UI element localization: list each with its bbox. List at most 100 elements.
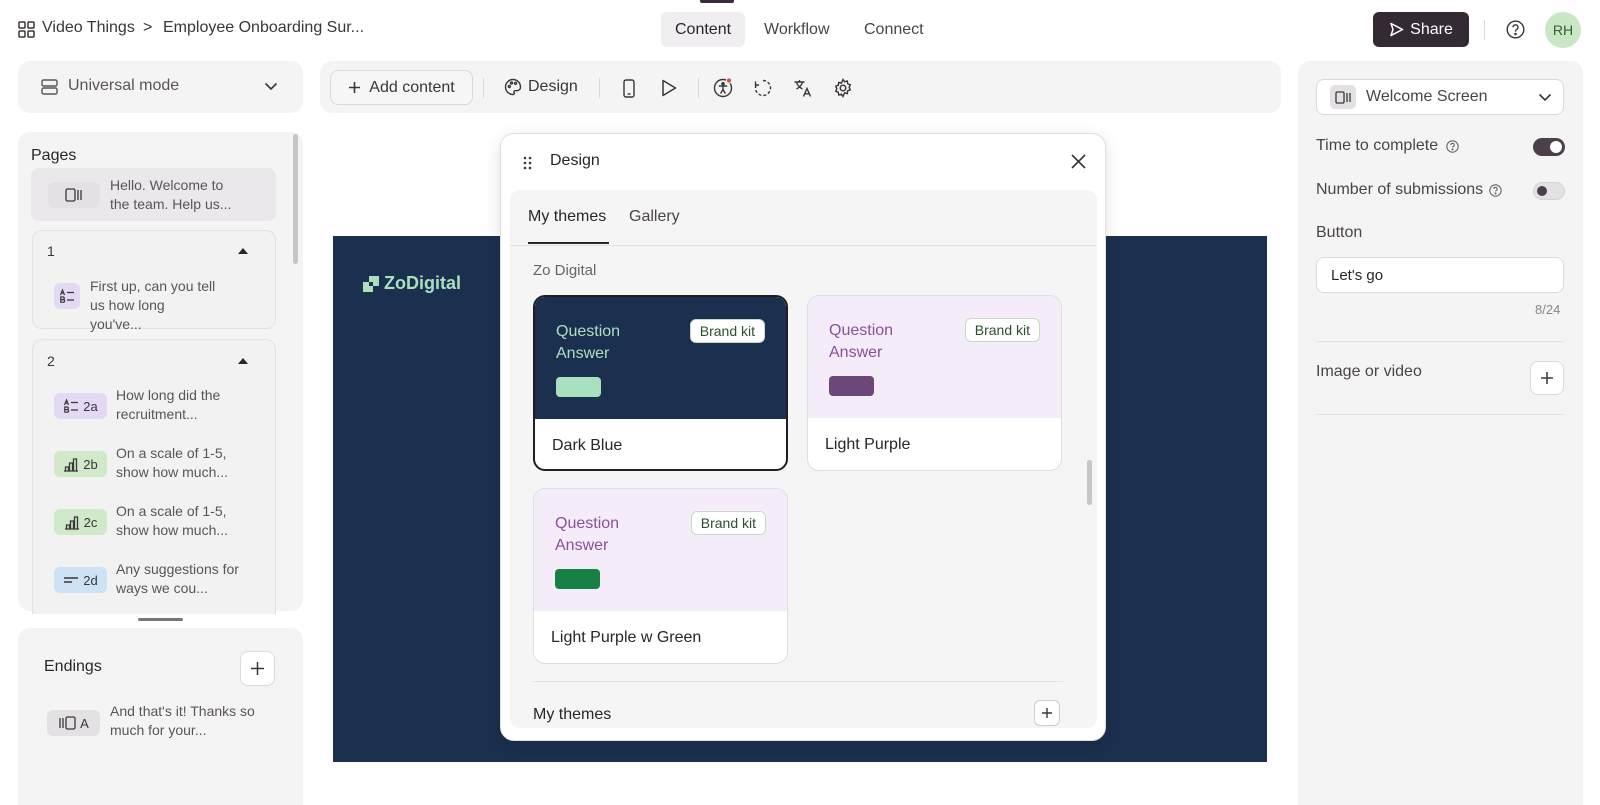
apps-grid-icon[interactable] <box>18 21 35 38</box>
char-count: 8/24 <box>1535 302 1561 317</box>
button-text-input[interactable]: Let's go <box>1316 257 1564 293</box>
ending-screen-icon <box>58 716 76 730</box>
logic-loop-icon[interactable] <box>751 76 775 100</box>
question-badge: 2a <box>54 393 107 419</box>
help-icon[interactable] <box>1506 20 1525 39</box>
theme-card-dark-blue[interactable]: Question Answer Brand kit Dark Blue <box>533 295 788 471</box>
page-item-2b[interactable]: 2b On a scale of 1-5, show how much... <box>33 442 275 488</box>
theme-question-label: Question <box>556 323 621 340</box>
plus-icon <box>348 81 361 94</box>
tab-content[interactable]: Content <box>661 12 746 47</box>
themes-body: My themes Gallery Zo Digital Question Ans… <box>510 190 1097 728</box>
share-label: Share <box>1410 20 1453 38</box>
resize-handle[interactable] <box>138 618 183 621</box>
brand-kit-badge: Brand kit <box>690 511 766 535</box>
group-number: 1 <box>47 243 55 259</box>
theme-preview: Question Answer Brand kit <box>808 296 1061 418</box>
time-to-complete-toggle[interactable] <box>1533 138 1565 156</box>
ending-item[interactable]: A And that's it! Thanks so much for your… <box>31 698 276 748</box>
brand-kit-badge: Brand kit <box>689 319 765 343</box>
add-ending-button[interactable] <box>240 651 275 686</box>
avatar[interactable]: RH <box>1545 12 1581 48</box>
welcome-text: Hello. Welcome to the team. Help us... <box>110 177 232 212</box>
page-item-2a[interactable]: 2a How long did the recruitment... <box>33 384 275 430</box>
page-item-1[interactable]: First up, can you tell us how long you'v… <box>33 275 275 332</box>
drag-handle-icon[interactable] <box>523 156 532 170</box>
info-icon[interactable] <box>1446 140 1459 153</box>
theme-card-light-purple-green[interactable]: Question Answer Brand kit Light Purple w … <box>533 488 788 664</box>
endings-heading: Endings <box>44 658 102 675</box>
info-icon[interactable] <box>1489 184 1502 197</box>
dialog-title: Design <box>550 152 600 169</box>
badge-label: 2c <box>83 514 98 530</box>
welcome-screen-icon <box>1330 85 1356 109</box>
universal-mode-select[interactable]: Universal mode <box>28 69 293 105</box>
design-button[interactable]: Design <box>504 69 578 105</box>
mobile-preview-icon[interactable] <box>617 76 641 100</box>
theme-answer-label: Answer <box>829 344 883 361</box>
divider <box>1484 20 1485 40</box>
page-item-2d[interactable]: 2d Any suggestions for ways we cou... <box>33 558 275 604</box>
theme-name: Light Purple w Green <box>551 629 702 646</box>
text-input-icon <box>63 575 79 585</box>
chevron-down-icon <box>264 82 278 91</box>
properties-panel: Welcome Screen Time to complete Number o… <box>1298 61 1583 805</box>
theme-card-light-purple[interactable]: Question Answer Brand kit Light Purple <box>807 295 1062 471</box>
submissions-label: Number of submissions <box>1316 181 1484 198</box>
tab-workflow[interactable]: Workflow <box>750 12 844 47</box>
active-tab-indicator <box>700 0 734 3</box>
submissions-toggle[interactable] <box>1533 182 1565 200</box>
my-themes-heading: My themes <box>533 706 612 723</box>
screen-select[interactable]: Welcome Screen <box>1316 79 1564 115</box>
tab-my-themes[interactable]: My themes <box>528 208 606 226</box>
add-content-label: Add content <box>369 78 455 96</box>
themes-scrollbar[interactable] <box>1087 460 1092 505</box>
share-button[interactable]: Share <box>1373 12 1469 47</box>
mode-select-panel: Universal mode <box>18 61 303 113</box>
breadcrumb-workspace[interactable]: Video Things <box>42 19 135 37</box>
collapse-up-icon[interactable] <box>238 247 248 254</box>
question-badge: 2b <box>54 451 107 477</box>
close-icon[interactable] <box>1071 154 1086 169</box>
theme-section-heading: Zo Digital <box>533 262 597 279</box>
play-icon[interactable] <box>657 76 681 100</box>
send-icon <box>1389 22 1404 37</box>
translate-icon[interactable] <box>791 76 815 100</box>
toggle-knob <box>1537 186 1547 196</box>
design-label: Design <box>528 78 578 95</box>
tab-gallery[interactable]: Gallery <box>629 208 680 226</box>
breadcrumb-survey-title[interactable]: Employee Onboarding Sur... <box>163 19 364 37</box>
accessibility-icon[interactable] <box>711 76 735 100</box>
tab-connect[interactable]: Connect <box>850 12 938 47</box>
divider <box>533 681 1063 682</box>
rating-scale-icon <box>64 515 80 530</box>
page-item-text: How long did the recruitment... <box>116 387 221 422</box>
page-item-welcome[interactable]: Hello. Welcome to the team. Help us... <box>31 168 276 221</box>
page-item-2c[interactable]: 2c On a scale of 1-5, show how much... <box>33 500 275 546</box>
page-item-text: First up, can you tell us how long you'v… <box>90 278 216 332</box>
plus-icon <box>1041 707 1053 719</box>
gear-icon[interactable] <box>831 76 855 100</box>
divider <box>1316 414 1564 415</box>
divider <box>483 78 484 98</box>
logo-mark-icon <box>363 275 379 292</box>
page-item-text: On a scale of 1-5, show how much... <box>116 503 229 538</box>
rating-scale-icon <box>63 457 79 472</box>
chevron-down-icon <box>1538 93 1552 102</box>
editor-toolbar: Add content Design <box>320 61 1281 113</box>
ending-text: And that's it! Thanks so much for your..… <box>110 703 255 738</box>
welcome-screen-icon <box>65 188 83 202</box>
plus-icon <box>250 661 265 676</box>
theme-preview: Question Answer Brand kit <box>535 297 786 419</box>
add-content-button[interactable]: Add content <box>330 70 473 105</box>
add-theme-button[interactable] <box>1034 700 1060 726</box>
button-text-value: Let's go <box>1331 267 1384 284</box>
collapse-up-icon[interactable] <box>238 357 248 364</box>
add-media-button[interactable] <box>1530 361 1564 395</box>
theme-name: Dark Blue <box>552 437 623 454</box>
button-label: Button <box>1316 224 1363 241</box>
time-to-complete-label: Time to complete <box>1316 137 1439 154</box>
list-choice-icon <box>59 288 75 304</box>
welcome-badge <box>48 182 100 208</box>
pages-scrollbar[interactable] <box>293 134 298 264</box>
